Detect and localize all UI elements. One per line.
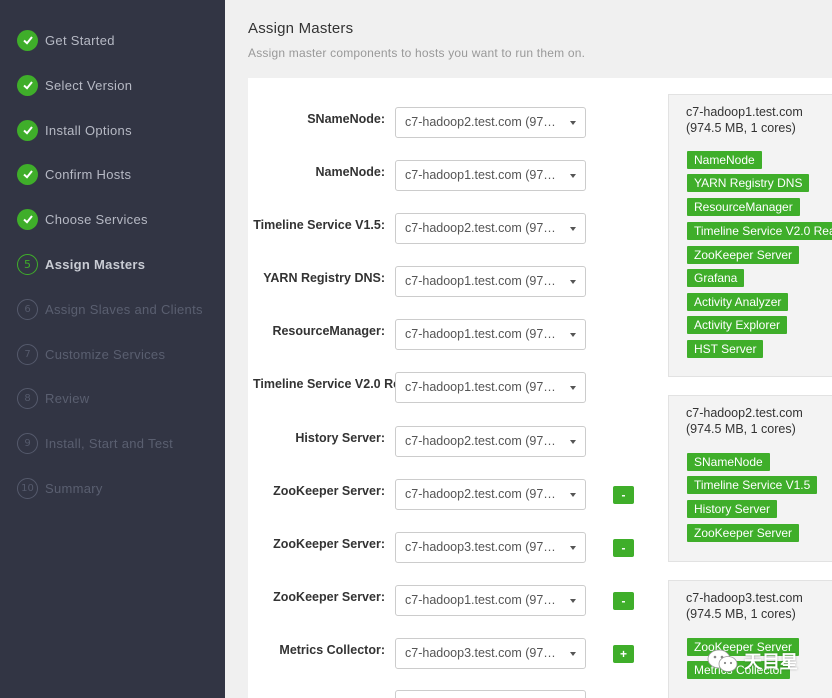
component-label: YARN Registry DNS: (263, 271, 385, 285)
step-label: Review (45, 390, 90, 406)
step-number: 9 (17, 432, 38, 454)
component-tag: SNameNode (687, 453, 770, 471)
host-select[interactable]: c7-hadoop2.test.com (97… (395, 213, 586, 244)
caret-down-icon (570, 599, 576, 603)
component-label: ZooKeeper Server: (273, 537, 385, 551)
caret-down-icon (570, 121, 576, 125)
component-tag: Activity Analyzer (687, 293, 789, 311)
host-name: c7-hadoop2.test.com (686, 406, 803, 420)
checkmark-icon (17, 119, 38, 141)
wizard-sidebar: Get Started Select Version Install Optio… (0, 0, 225, 698)
component-tag: ZooKeeper Server (687, 524, 800, 542)
host-select[interactable]: c7-hadoop1.test.com (97… (395, 372, 586, 403)
step-label: Choose Services (45, 211, 148, 227)
caret-down-icon (570, 652, 576, 656)
step-assign-masters[interactable]: 5 Assign Masters (17, 253, 145, 275)
host-select[interactable]: c7-hadoop1.test.com (97… (395, 266, 586, 297)
component-label: Timeline Service V2.0 Re (253, 377, 401, 391)
caret-down-icon (570, 546, 576, 550)
step-number: 7 (17, 343, 38, 365)
host-card-hadoop2: c7-hadoop2.test.com (974.5 MB, 1 cores) … (668, 395, 832, 562)
host-select[interactable]: c7-hadoop1.test.com (97… (395, 160, 586, 191)
component-label: Metrics Collector: (279, 643, 385, 657)
caret-down-icon (570, 280, 576, 284)
step-number: 10 (17, 477, 38, 499)
checkmark-icon (17, 74, 38, 96)
caret-down-icon (570, 227, 576, 231)
step-number: 8 (17, 387, 38, 409)
step-select-version[interactable]: Select Version (17, 74, 132, 96)
remove-button[interactable]: - (613, 486, 634, 504)
host-select[interactable]: c7-hadoop3.test.com (97… (395, 532, 586, 563)
host-select[interactable]: c7-hadoop2.test.com (97… (395, 426, 586, 457)
component-label: Timeline Service V1.5: (253, 218, 385, 232)
step-label: Assign Slaves and Clients (45, 301, 203, 317)
component-label: ZooKeeper Server: (273, 590, 385, 604)
step-label: Install, Start and Test (45, 435, 174, 451)
host-resources: (974.5 MB, 1 cores) (686, 607, 796, 621)
checkmark-icon (17, 29, 38, 51)
step-customize-services: 7 Customize Services (17, 343, 165, 365)
host-select[interactable] (395, 690, 586, 698)
component-label: SNameNode: (307, 112, 385, 126)
host-resources: (974.5 MB, 1 cores) (686, 422, 796, 436)
host-resources: (974.5 MB, 1 cores) (686, 121, 796, 135)
watermark: 天目星 (706, 648, 798, 674)
component-label: ResourceManager: (272, 324, 385, 338)
step-label: Select Version (45, 77, 133, 93)
host-name: c7-hadoop3.test.com (686, 591, 803, 605)
component-tag: HST Server (687, 340, 764, 358)
component-tag: Activity Explorer (687, 316, 788, 334)
step-get-started[interactable]: Get Started (17, 29, 115, 51)
checkmark-icon (17, 163, 38, 185)
component-tag: Timeline Service V2.0 Reader (687, 222, 832, 240)
add-button[interactable]: + (613, 645, 634, 663)
host-name: c7-hadoop1.test.com (686, 105, 803, 119)
component-label: ZooKeeper Server: (273, 484, 385, 498)
step-assign-slaves: 6 Assign Slaves and Clients (17, 298, 203, 320)
component-tag: Grafana (687, 269, 745, 287)
step-choose-services[interactable]: Choose Services (17, 208, 148, 230)
component-label: History Server: (295, 431, 385, 445)
host-select[interactable]: c7-hadoop1.test.com (97… (395, 585, 586, 616)
step-label: Confirm Hosts (45, 166, 132, 182)
caret-down-icon (570, 440, 576, 444)
caret-down-icon (570, 493, 576, 497)
component-tag: Timeline Service V1.5 (687, 476, 818, 494)
step-install-options[interactable]: Install Options (17, 119, 132, 141)
component-tag: ResourceManager (687, 198, 800, 216)
component-tag: YARN Registry DNS (687, 174, 810, 192)
step-number: 5 (17, 253, 38, 275)
host-select[interactable]: c7-hadoop2.test.com (97… (395, 479, 586, 510)
component-tag: ZooKeeper Server (687, 246, 800, 264)
remove-button[interactable]: - (613, 539, 634, 557)
remove-button[interactable]: - (613, 592, 634, 610)
host-select[interactable]: c7-hadoop1.test.com (97… (395, 319, 586, 350)
step-confirm-hosts[interactable]: Confirm Hosts (17, 163, 131, 185)
caret-down-icon (570, 386, 576, 390)
host-card-hadoop3: c7-hadoop3.test.com (974.5 MB, 1 cores) … (668, 580, 832, 698)
page-subtitle: Assign master components to hosts you wa… (248, 46, 586, 60)
step-review: 8 Review (17, 387, 89, 409)
host-select[interactable]: c7-hadoop2.test.com (97… (395, 107, 586, 138)
step-label: Install Options (45, 122, 132, 138)
wechat-icon (707, 649, 738, 672)
step-label: Get Started (45, 32, 115, 48)
step-label: Summary (45, 480, 103, 496)
step-number: 6 (17, 298, 38, 320)
step-label: Assign Masters (45, 256, 146, 272)
step-install-start-test: 9 Install, Start and Test (17, 432, 173, 454)
component-label: NameNode: (315, 165, 385, 179)
checkmark-icon (17, 208, 38, 230)
page-title: Assign Masters (248, 20, 354, 37)
host-card-hadoop1: c7-hadoop1.test.com (974.5 MB, 1 cores) … (668, 94, 832, 377)
caret-down-icon (570, 333, 576, 337)
component-tag: NameNode (687, 151, 762, 169)
watermark-text: 天目星 (744, 652, 798, 672)
step-summary: 10 Summary (17, 477, 103, 499)
step-label: Customize Services (45, 346, 166, 362)
host-select[interactable]: c7-hadoop3.test.com (97… (395, 638, 586, 669)
caret-down-icon (570, 174, 576, 178)
component-tag: History Server (687, 500, 778, 518)
